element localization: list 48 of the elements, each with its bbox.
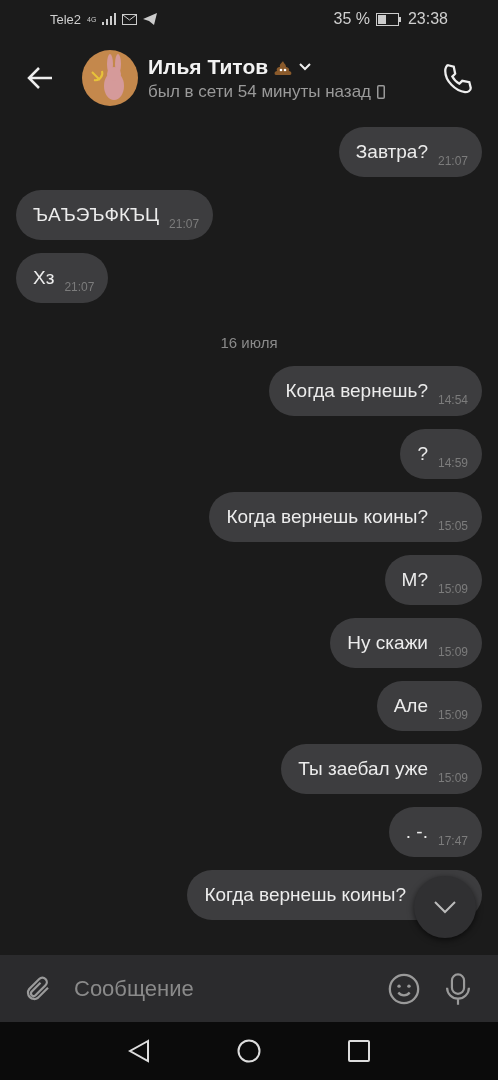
outgoing-message[interactable]: Когда вернешь? 14:54 (268, 366, 482, 416)
message-text: . -. (405, 821, 428, 843)
message-time: 15:09 (437, 582, 468, 596)
outgoing-message[interactable]: . -. 17:47 (388, 807, 482, 857)
message-time: 14:54 (437, 393, 468, 407)
outgoing-message[interactable]: Завтра? 21:07 (338, 127, 482, 177)
message-text: Когда вернешь коины? (204, 884, 406, 906)
message-time: 14:59 (437, 456, 468, 470)
message-text: Ты заебал уже (298, 758, 428, 780)
outgoing-message[interactable]: ? 14:59 (400, 429, 482, 479)
outgoing-message[interactable]: Ну скажи 15:09 (330, 618, 482, 668)
outgoing-message[interactable]: Ты заебал уже 15:09 (281, 744, 482, 794)
chevron-down-icon (433, 900, 457, 914)
message-text: Когда вернешь? (285, 380, 428, 402)
message-text: Когда вернешь коины? (226, 506, 428, 528)
message-text: М? (401, 569, 428, 591)
message-text: Завтра? (355, 141, 428, 163)
message-text: Ну скажи (347, 632, 428, 654)
message-time: 15:09 (437, 771, 468, 785)
outgoing-message[interactable]: Але 15:09 (376, 681, 482, 731)
message-time: 21:07 (169, 217, 200, 231)
message-time: 21:07 (64, 280, 95, 294)
phone-device-icon (377, 84, 385, 99)
signal-icon (102, 13, 117, 25)
message-time: 15:09 (437, 645, 468, 659)
chevron-down-icon[interactable] (298, 62, 313, 71)
message-text: ? (417, 443, 428, 465)
clock: 23:38 (407, 10, 448, 28)
last-seen-status: был в сети 54 минуты назад (148, 81, 371, 102)
message-time: 17:47 (437, 834, 468, 848)
carrier-name: Tele2 (50, 11, 82, 27)
battery-icon (375, 12, 402, 26)
incoming-message[interactable]: Хз 21:07 (16, 253, 109, 303)
paper-plane-icon (143, 13, 158, 25)
message-time: 15:09 (437, 708, 468, 722)
message-text: Хз (33, 267, 55, 289)
message-text: ЪАЪЭЪФКЪЦ (33, 204, 160, 226)
outgoing-message[interactable]: Когда вернешь коины? 15:05 (209, 492, 482, 542)
avatar[interactable] (82, 50, 138, 106)
battery-percent: 35 % (333, 10, 370, 28)
message-time: 21:07 (437, 154, 468, 168)
mail-icon (122, 13, 138, 25)
incoming-message[interactable]: ЪАЪЭЪФКЪЦ 21:07 (16, 190, 214, 240)
message-text: Але (393, 695, 428, 717)
outgoing-message[interactable]: М? 15:09 (384, 555, 482, 605)
message-time: 15:05 (437, 519, 468, 533)
date-separator: 16 июля (220, 334, 278, 351)
contact-name: Илья Титов (148, 54, 269, 79)
